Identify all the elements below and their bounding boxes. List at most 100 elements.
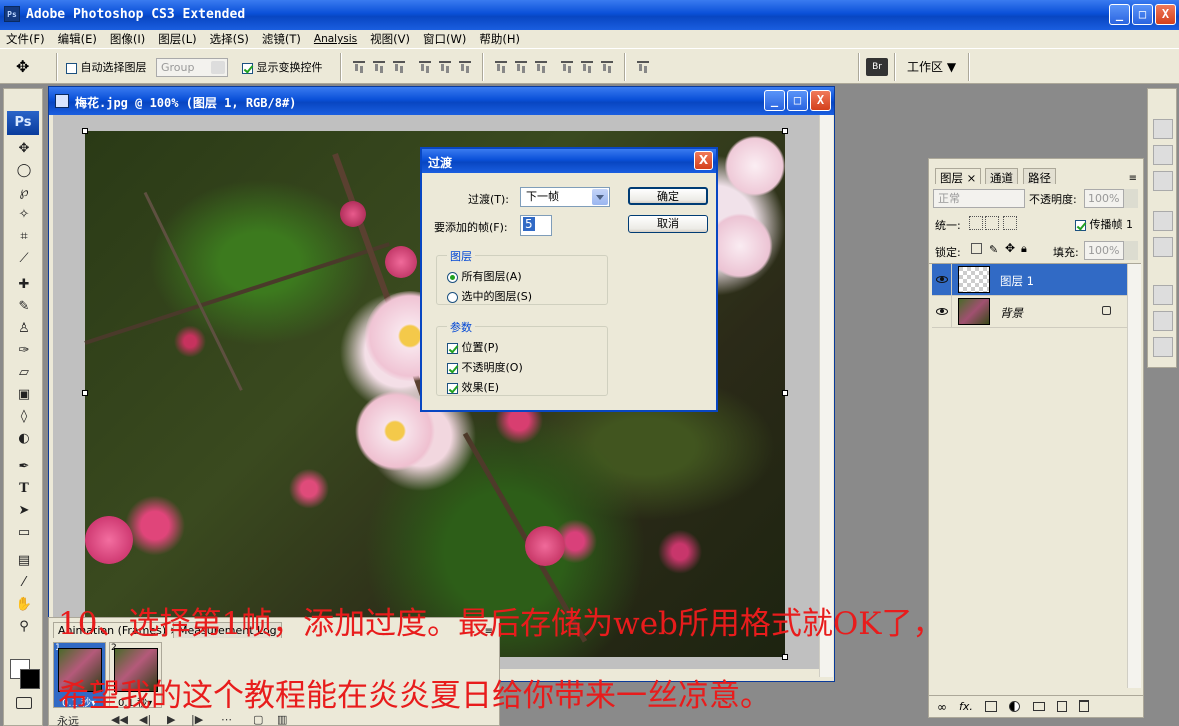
- selected-layers-radio[interactable]: [447, 291, 458, 303]
- background-color-swatch[interactable]: [20, 669, 40, 689]
- effects-checkbox[interactable]: [447, 382, 458, 394]
- fx-panel-icon[interactable]: [1153, 171, 1173, 191]
- slice-tool-icon[interactable]: ⟋: [12, 249, 36, 269]
- eye-icon[interactable]: [936, 276, 948, 283]
- tab-measurement-log[interactable]: Measurement Log: [173, 622, 282, 638]
- quick-mask-icon[interactable]: [16, 697, 32, 709]
- menu-file[interactable]: 文件(F): [6, 31, 45, 47]
- align-hcenter-icon[interactable]: [438, 59, 452, 73]
- eyedropper-tool-icon[interactable]: ⁄: [12, 573, 36, 593]
- healing-tool-icon[interactable]: ✚: [12, 275, 36, 295]
- blur-tool-icon[interactable]: ◊: [12, 407, 36, 427]
- lock-position-icon[interactable]: ✥: [1005, 241, 1015, 255]
- maximize-button[interactable]: □: [1132, 4, 1153, 25]
- tab-channels[interactable]: 通道: [985, 168, 1018, 185]
- layer-row[interactable]: 图层 1: [932, 264, 1127, 296]
- loop-select[interactable]: 永远: [57, 713, 79, 726]
- brush-tool-icon[interactable]: ✎: [12, 297, 36, 317]
- blend-mode-select[interactable]: 正常: [933, 189, 1025, 208]
- lock-all-icon[interactable]: 🔒︎: [1021, 242, 1027, 256]
- group-select[interactable]: Group: [156, 58, 228, 77]
- position-checkbox[interactable]: [447, 342, 458, 354]
- unify-visibility-icon[interactable]: [985, 216, 999, 230]
- tween-dialog-titlebar[interactable]: 过渡 X: [422, 149, 716, 173]
- unify-style-icon[interactable]: [1003, 216, 1017, 230]
- type-tool-icon[interactable]: T: [12, 479, 36, 499]
- menu-edit[interactable]: 编辑(E): [58, 31, 97, 47]
- hand-tool-icon[interactable]: ✋: [12, 595, 36, 615]
- fx-icon[interactable]: fx.: [959, 700, 973, 713]
- shape-tool-icon[interactable]: ▭: [12, 523, 36, 543]
- tween-dialog-close-button[interactable]: X: [694, 151, 713, 170]
- tab-layers[interactable]: 图层 ×: [935, 168, 982, 185]
- align-top-icon[interactable]: [352, 59, 366, 73]
- tab-animation[interactable]: Animation (Frames) ×: [53, 622, 184, 638]
- distribute-hcenter-icon[interactable]: [580, 59, 594, 73]
- align-vcenter-icon[interactable]: [372, 59, 386, 73]
- distribute-right-icon[interactable]: [600, 59, 614, 73]
- layers-panel-icon[interactable]: [1153, 285, 1173, 305]
- menu-view[interactable]: 视图(V): [370, 31, 410, 47]
- workspace-button[interactable]: 工作区 ▼: [907, 58, 956, 75]
- link-icon[interactable]: ∞: [937, 700, 947, 714]
- layer-row[interactable]: 背景: [932, 296, 1127, 328]
- history-brush-tool-icon[interactable]: ✑: [12, 341, 36, 361]
- auto-select-checkbox[interactable]: [66, 62, 77, 74]
- menu-select[interactable]: 选择(S): [210, 31, 249, 47]
- tween-icon[interactable]: ⋯: [221, 713, 232, 726]
- history-icon[interactable]: [1153, 237, 1173, 257]
- crop-tool-icon[interactable]: ⌗: [12, 227, 36, 247]
- distribute-bottom-icon[interactable]: [534, 59, 548, 73]
- new-layer-icon[interactable]: [1057, 701, 1067, 712]
- distribute-left-icon[interactable]: [560, 59, 574, 73]
- cancel-button[interactable]: 取消: [628, 215, 708, 233]
- path-select-tool-icon[interactable]: ➤: [12, 501, 36, 521]
- doc-maximize-button[interactable]: □: [787, 90, 808, 111]
- app-titlebar[interactable]: Ps Adobe Photoshop CS3 Extended _ □ X: [0, 0, 1179, 30]
- lock-transparency-icon[interactable]: [971, 243, 982, 254]
- next-frame-icon[interactable]: |▶: [191, 713, 203, 726]
- stamp-tool-icon[interactable]: ♙: [12, 319, 36, 339]
- document-vertical-scrollbar[interactable]: [819, 115, 833, 677]
- animation-frame[interactable]: 1 0.1 秒▾: [53, 642, 106, 709]
- paths-panel-icon[interactable]: [1153, 337, 1173, 357]
- eraser-tool-icon[interactable]: ▱: [12, 363, 36, 383]
- ok-button[interactable]: 确定: [628, 187, 708, 205]
- lock-pixels-icon[interactable]: ✎: [989, 243, 998, 256]
- frame-delay[interactable]: 0.1 秒▾: [62, 694, 96, 709]
- pen-tool-icon[interactable]: ✒: [12, 457, 36, 477]
- doc-close-button[interactable]: X: [810, 90, 831, 111]
- menu-help[interactable]: 帮助(H): [479, 31, 520, 47]
- opacity-field[interactable]: 100%: [1084, 189, 1124, 208]
- trash-icon[interactable]: ▥: [277, 713, 287, 726]
- align-left-icon[interactable]: [418, 59, 432, 73]
- prev-frame-icon[interactable]: ◀|: [139, 713, 151, 726]
- notes-tool-icon[interactable]: ▤: [12, 551, 36, 571]
- menu-analysis[interactable]: Analysis: [314, 33, 357, 45]
- auto-align-icon[interactable]: [636, 59, 650, 73]
- animation-frame[interactable]: 2 0.1 秒▾: [109, 642, 162, 709]
- menu-filter[interactable]: 滤镜(T): [262, 31, 301, 47]
- fill-arrow-button[interactable]: [1124, 241, 1138, 260]
- adjustment-icon[interactable]: [1009, 701, 1020, 712]
- fill-field[interactable]: 100%: [1084, 241, 1124, 260]
- group-icon[interactable]: [1033, 702, 1045, 711]
- dodge-tool-icon[interactable]: ◐: [12, 429, 36, 449]
- histogram-icon[interactable]: [1153, 145, 1173, 165]
- show-transform-checkbox[interactable]: [242, 62, 253, 74]
- play-icon[interactable]: ▶: [167, 713, 175, 726]
- marquee-tool-icon[interactable]: ◯: [12, 161, 36, 181]
- frame-delay[interactable]: 0.1 秒▾: [118, 694, 152, 709]
- eye-icon[interactable]: [936, 308, 948, 315]
- distribute-top-icon[interactable]: [494, 59, 508, 73]
- move-tool-icon[interactable]: ✥: [16, 57, 38, 77]
- tween-with-select[interactable]: 下一帧: [520, 187, 610, 207]
- magic-wand-tool-icon[interactable]: ✧: [12, 205, 36, 225]
- unify-position-icon[interactable]: [969, 216, 983, 230]
- doc-minimize-button[interactable]: _: [764, 90, 785, 111]
- first-frame-icon[interactable]: ◀◀: [111, 713, 128, 726]
- navigator-icon[interactable]: [1153, 119, 1173, 139]
- menu-layer[interactable]: 图层(L): [158, 31, 196, 47]
- layers-scrollbar[interactable]: [1127, 264, 1141, 688]
- zoom-tool-icon[interactable]: ⚲: [12, 617, 36, 637]
